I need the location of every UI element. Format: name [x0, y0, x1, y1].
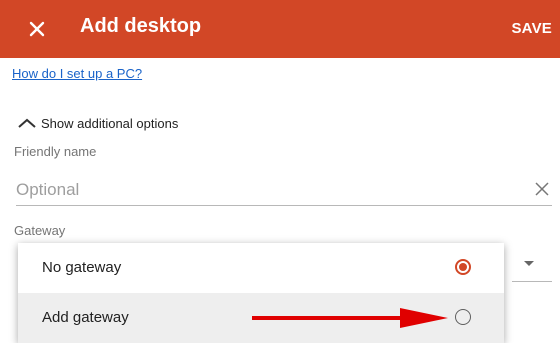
close-icon[interactable]: [24, 16, 50, 42]
gateway-option-no-gateway[interactable]: No gateway: [18, 243, 504, 293]
friendly-name-label: Friendly name: [14, 144, 97, 159]
gateway-dropdown-arrow-icon[interactable]: [524, 261, 534, 266]
clear-icon[interactable]: [534, 181, 550, 197]
friendly-name-placeholder: Optional: [16, 180, 80, 199]
annotation-arrow-icon: [252, 308, 448, 328]
show-additional-options-label: Show additional options: [41, 115, 179, 131]
gateway-option-label: Add gateway: [42, 309, 129, 326]
gateway-option-label: No gateway: [42, 259, 122, 276]
show-additional-options-toggle[interactable]: Show additional options: [16, 113, 178, 133]
page-title: Add desktop: [80, 15, 202, 37]
radio-selected-icon[interactable]: [455, 259, 471, 275]
radio-unselected-icon[interactable]: [455, 309, 471, 325]
chevron-up-icon: [18, 118, 36, 128]
app-bar: Add desktop SAVE: [0, 0, 560, 58]
gateway-field-underline: [512, 281, 552, 282]
gateway-label: Gateway: [14, 223, 66, 238]
help-link[interactable]: How do I set up a PC?: [12, 66, 142, 81]
friendly-name-field[interactable]: Optional: [16, 175, 552, 206]
save-button[interactable]: SAVE: [511, 20, 552, 37]
